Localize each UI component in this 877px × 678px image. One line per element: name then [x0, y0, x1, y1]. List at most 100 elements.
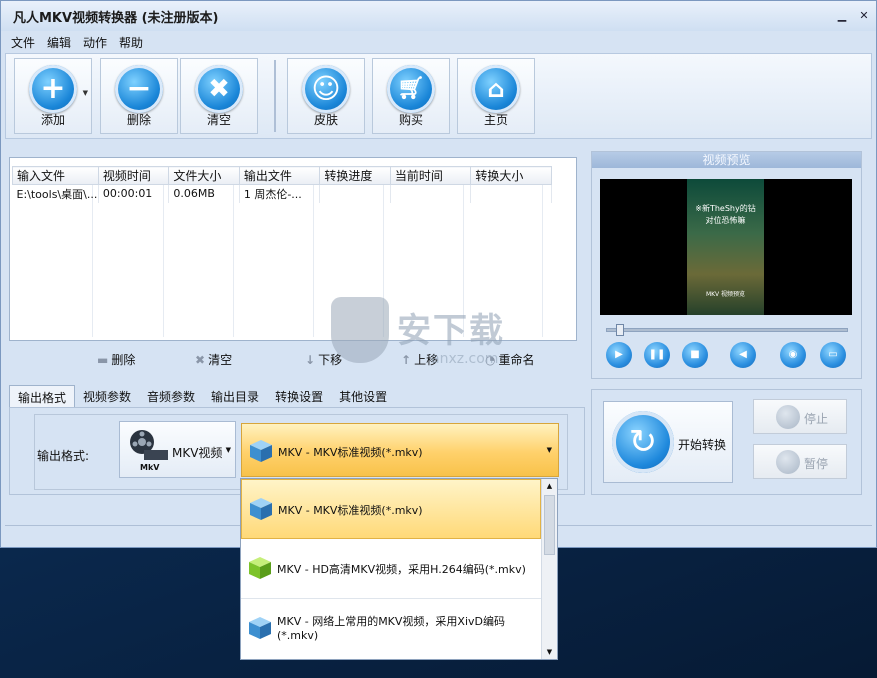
frame-caption-1: ※新TheShy的钻 — [695, 204, 756, 213]
cell-file-size: 0.06MB — [168, 184, 240, 203]
buy-button[interactable]: 🛒︎ 购买 — [372, 58, 450, 134]
watermark: 安下载 anxz.com — [331, 297, 561, 377]
cell-video-time: 00:00:01 — [98, 184, 170, 203]
pause-icon — [776, 450, 800, 474]
cell-progress — [319, 184, 391, 203]
volume-icon[interactable]: ◀ — [730, 342, 756, 368]
refresh-arrow-icon: ↻ — [612, 411, 674, 473]
close-icon[interactable]: ✕ — [857, 9, 871, 23]
minus-icon: − — [115, 65, 163, 113]
pause-icon[interactable]: ❚❚ — [644, 342, 670, 368]
plus-icon: + — [29, 65, 77, 113]
tab-convert-settings[interactable]: 转换设置 — [267, 385, 331, 409]
chevron-down-icon[interactable]: ▼ — [83, 89, 88, 97]
pause-button[interactable]: 暂停 — [753, 444, 847, 479]
tab-output-dir[interactable]: 输出目录 — [203, 385, 267, 409]
col-progress[interactable]: 转换进度 — [319, 166, 391, 185]
option-label: MKV - 网络上常用的MKV视频，采用XivD编码 — [277, 615, 505, 628]
smiley-icon: ☺ — [302, 65, 350, 113]
option-label: MKV - HD高清MKV视频，采用H.264编码(*.mkv) — [277, 563, 526, 576]
scroll-thumb[interactable] — [544, 495, 555, 555]
window-title: 凡人MKV视频转换器 (未注册版本) — [13, 10, 219, 26]
cell-input-file: E:\tools\桌面\... — [12, 184, 99, 203]
folder-icon[interactable]: ▭ — [820, 342, 846, 368]
list-delete-label: 删除 — [111, 353, 136, 367]
home-icon: ⌂ — [472, 65, 520, 113]
file-list-header: 输入文件 视频时间 文件大小 输出文件 转换进度 当前时间 转换大小 — [12, 166, 552, 185]
home-label: 主页 — [483, 113, 508, 127]
home-button[interactable]: ⌂ 主页 — [457, 58, 535, 134]
dropdown-scrollbar[interactable]: ▲ ▼ — [541, 479, 557, 659]
file-list-table: 输入文件 视频时间 文件大小 输出文件 转换进度 当前时间 转换大小 E:\to… — [12, 166, 552, 203]
seek-slider[interactable] — [606, 324, 848, 336]
cube-blue-icon — [250, 498, 272, 520]
scroll-down-icon[interactable]: ▼ — [542, 645, 557, 659]
tab-output-format[interactable]: 输出格式 — [9, 385, 76, 409]
cube-blue-icon — [249, 617, 271, 639]
tab-other-settings[interactable]: 其他设置 — [331, 385, 395, 409]
format-select-value: MKV - MKV标准视频(*.mkv) — [278, 446, 423, 459]
add-button[interactable]: + ▼ 添加 — [14, 58, 92, 134]
pause-label: 暂停 — [804, 457, 829, 471]
table-row[interactable]: E:\tools\桌面\... 00:00:01 0.06MB 1 周杰伦-..… — [12, 184, 552, 203]
delete-label: 删除 — [126, 113, 151, 127]
stop-button[interactable]: 停止 — [753, 399, 847, 434]
clear-button[interactable]: ✖ 清空 — [180, 58, 258, 134]
preview-title: 视频预览 — [592, 152, 861, 168]
menu-help[interactable]: 帮助 — [119, 34, 143, 51]
toolbar-separator — [274, 60, 276, 132]
cart-icon: 🛒︎ — [387, 65, 435, 113]
watermark-text: 安下载 — [397, 311, 505, 351]
format-category-button[interactable]: MkV MKV视频 ▼ — [119, 421, 236, 478]
menu-file[interactable]: 文件 — [11, 34, 35, 51]
play-icon[interactable]: ▶ — [606, 342, 632, 368]
chevron-down-icon: ▼ — [225, 446, 231, 454]
add-label: 添加 — [40, 113, 65, 127]
col-current-time[interactable]: 当前时间 — [389, 166, 472, 185]
menu-bar: 文件 编辑 动作 帮助 — [1, 31, 876, 53]
col-output-file[interactable]: 输出文件 — [238, 166, 321, 185]
stop-icon[interactable]: ■ — [682, 342, 708, 368]
col-file-size[interactable]: 文件大小 — [168, 166, 240, 185]
film-reel-icon — [130, 430, 168, 460]
video-preview: ※新TheShy的钻 对位恐怖嘛 MKV 视频预览 — [600, 179, 852, 315]
format-select[interactable]: MKV - MKV标准视频(*.mkv) ▼ — [241, 423, 559, 477]
minus-icon: ▬ — [97, 352, 109, 367]
shield-icon — [331, 297, 389, 363]
menu-action[interactable]: 动作 — [83, 34, 107, 51]
list-delete-button[interactable]: ▬ 删除 — [97, 351, 135, 368]
title-bar: 凡人MKV视频转换器 (未注册版本) ▁ ✕ — [1, 1, 876, 31]
skin-button[interactable]: ☺ 皮肤 — [287, 58, 365, 134]
x-icon: ✖ — [195, 65, 243, 113]
col-converted-size[interactable]: 转换大小 — [470, 166, 552, 185]
snapshot-icon[interactable]: ◉ — [780, 342, 806, 368]
col-input-file[interactable]: 输入文件 — [12, 166, 99, 185]
stop-icon — [776, 405, 800, 429]
start-convert-label: 开始转换 — [678, 438, 727, 452]
video-frame: ※新TheShy的钻 对位恐怖嘛 MKV 视频预览 — [687, 179, 764, 315]
option-label: MKV - MKV标准视频(*.mkv) — [278, 504, 423, 517]
format-option-mkv-xvid[interactable]: MKV - 网络上常用的MKV视频，采用XivD编码 (*.mkv) — [241, 599, 541, 659]
tab-audio-params[interactable]: 音频参数 — [139, 385, 203, 409]
list-clear-button[interactable]: ✖ 清空 — [195, 351, 232, 368]
scroll-up-icon[interactable]: ▲ — [542, 479, 557, 493]
cell-converted-size — [470, 184, 552, 203]
preview-panel: 视频预览 ※新TheShy的钻 对位恐怖嘛 MKV 视频预览 ▶ ❚❚ ■ ◀ … — [591, 151, 862, 379]
delete-button[interactable]: − 删除 — [100, 58, 178, 134]
minimize-icon[interactable]: ▁ — [835, 9, 849, 23]
cube-green-icon — [249, 557, 271, 579]
frame-caption-3: MKV 视频预览 — [705, 291, 746, 298]
frame-caption-2: 对位恐怖嘛 — [705, 216, 746, 225]
format-option-mkv-standard[interactable]: MKV - MKV标准视频(*.mkv) — [241, 479, 541, 539]
menu-edit[interactable]: 编辑 — [47, 34, 71, 51]
cell-current-time — [390, 184, 472, 203]
option-label-ext: (*.mkv) — [277, 629, 319, 642]
seek-thumb[interactable] — [616, 324, 624, 336]
format-option-mkv-hd[interactable]: MKV - HD高清MKV视频，采用H.264编码(*.mkv) — [241, 539, 541, 599]
format-category-label: MKV视频 — [172, 446, 223, 460]
clear-label: 清空 — [206, 113, 231, 127]
start-convert-button[interactable]: ↻ 开始转换 — [603, 401, 733, 483]
format-dropdown-list: MKV - MKV标准视频(*.mkv) MKV - HD高清MKV视频，采用H… — [240, 478, 558, 660]
tab-video-params[interactable]: 视频参数 — [75, 385, 139, 409]
col-video-time[interactable]: 视频时间 — [97, 166, 170, 185]
